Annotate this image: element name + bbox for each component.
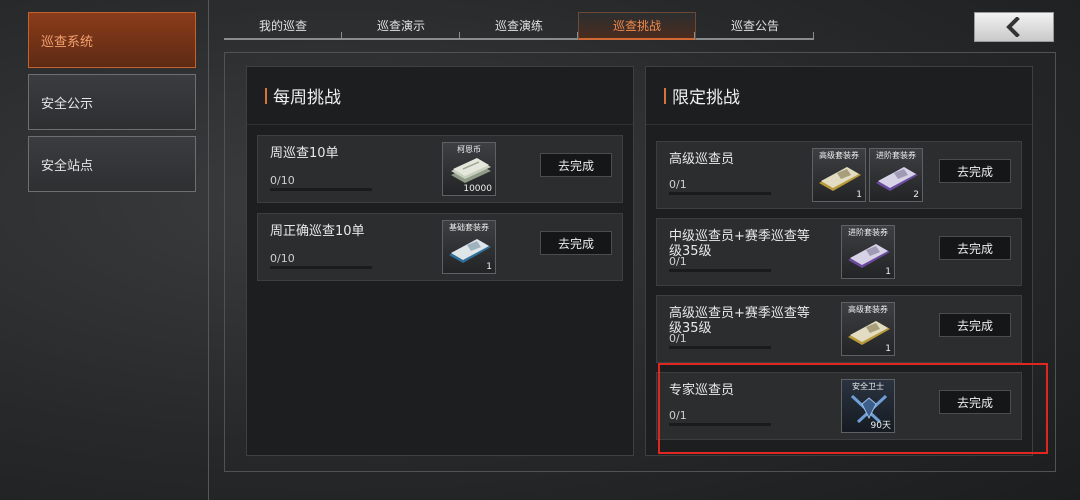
task-progress-text: 0/1 [669, 255, 687, 268]
reward-label: 进阶套装券 [848, 228, 888, 237]
go-complete-button[interactable]: 去完成 [540, 231, 612, 255]
weekly-challenge-panel: 每周挑战 周巡查10单 0/10 柯恩币 10000 去完成 周正确巡查10单 … [246, 66, 634, 456]
go-complete-button[interactable]: 去完成 [939, 159, 1011, 183]
task-progress-text: 0/10 [270, 252, 295, 265]
side-menu: 巡查系统 安全公示 安全站点 [28, 12, 196, 198]
go-complete-button[interactable]: 去完成 [540, 153, 612, 177]
gold-ticket-icon [819, 167, 861, 191]
tab-label: 巡查公告 [730, 18, 779, 33]
reward-count: 1 [885, 267, 891, 277]
reward-item[interactable]: 高级套装券 1 [841, 302, 895, 356]
reward-label: 高级套装券 [819, 151, 859, 160]
tab-label: 巡查演示 [376, 18, 425, 33]
tab-patrol-announcement[interactable]: 巡查公告 [696, 12, 814, 40]
task-card: 周正确巡查10单 0/10 基础套装券 1 去完成 [257, 213, 623, 281]
go-complete-button[interactable]: 去完成 [939, 313, 1011, 337]
chevron-left-icon [1006, 17, 1020, 37]
task-progress-bar [270, 188, 372, 191]
tab-my-patrol[interactable]: 我的巡查 [224, 12, 342, 40]
sidebar-item-label: 巡查系统 [41, 34, 94, 50]
reward-count: 1 [856, 190, 862, 200]
purple-ticket-icon [848, 244, 890, 268]
highlight-box [658, 363, 1048, 454]
reward-item[interactable]: 高级套装券 1 [812, 148, 866, 202]
task-card: 中级巡查员+赛季巡查等级35级 0/1 进阶套装券 1 去完成 [656, 218, 1022, 286]
task-card: 高级巡查员 0/1 高级套装券 1 进阶套装券 2 去完成 [656, 141, 1022, 209]
task-card: 周巡查10单 0/10 柯恩币 10000 去完成 [257, 135, 623, 203]
sidebar-divider [208, 0, 209, 500]
purple-ticket-icon [876, 167, 918, 191]
reward-count: 1 [486, 262, 492, 272]
tab-patrol-demo[interactable]: 巡查演示 [342, 12, 460, 40]
task-name: 周巡查10单 [270, 146, 339, 161]
reward-label: 基础套装券 [449, 223, 489, 232]
tab-bar: 我的巡查 巡查演示 巡查演练 巡查挑战 巡查公告 [224, 12, 814, 40]
task-progress-bar [270, 266, 372, 269]
task-progress-text: 0/10 [270, 174, 295, 187]
sidebar-item-safety-notice[interactable]: 安全公示 [28, 74, 196, 130]
sidebar-item-label: 安全公示 [41, 96, 94, 112]
task-name: 高级巡查员+赛季巡查等级35级 [669, 306, 810, 336]
reward-count: 1 [885, 344, 891, 354]
reward-item[interactable]: 进阶套装券 2 [869, 148, 923, 202]
tab-label: 我的巡查 [258, 18, 307, 33]
task-progress-bar [669, 192, 771, 195]
reward-label: 高级套装券 [848, 305, 888, 314]
back-button[interactable] [974, 12, 1054, 42]
tab-label: 巡查挑战 [612, 19, 661, 33]
task-name: 中级巡查员+赛季巡查等级35级 [669, 229, 810, 259]
blue-ticket-icon [449, 239, 491, 263]
panel-title: 限定挑战 [646, 67, 1032, 125]
gold-ticket-icon [848, 321, 890, 345]
task-progress-bar [669, 346, 771, 349]
reward-label: 进阶套装券 [876, 151, 916, 160]
task-progress-text: 0/1 [669, 178, 687, 191]
reward-count: 2 [913, 190, 919, 200]
reward-label: 柯恩币 [457, 145, 481, 154]
cash-stack-icon [451, 158, 491, 183]
go-complete-button[interactable]: 去完成 [939, 236, 1011, 260]
task-name: 高级巡查员 [669, 152, 735, 167]
sidebar-item-patrol-system[interactable]: 巡查系统 [28, 12, 196, 68]
task-progress-bar [669, 269, 771, 272]
reward-item[interactable]: 柯恩币 10000 [442, 142, 496, 196]
reward-item[interactable]: 基础套装券 1 [442, 220, 496, 274]
tab-label: 巡查演练 [494, 18, 543, 33]
tab-patrol-drill[interactable]: 巡查演练 [460, 12, 578, 40]
task-name: 周正确巡查10单 [270, 224, 365, 239]
task-card: 高级巡查员+赛季巡查等级35级 0/1 高级套装券 1 去完成 [656, 295, 1022, 363]
task-progress-text: 0/1 [669, 332, 687, 345]
sidebar-item-label: 安全站点 [41, 158, 94, 174]
reward-item[interactable]: 进阶套装券 1 [841, 225, 895, 279]
panel-title: 每周挑战 [247, 67, 633, 125]
tab-patrol-challenge[interactable]: 巡查挑战 [578, 12, 696, 40]
reward-count: 10000 [463, 184, 492, 194]
sidebar-item-safety-site[interactable]: 安全站点 [28, 136, 196, 192]
